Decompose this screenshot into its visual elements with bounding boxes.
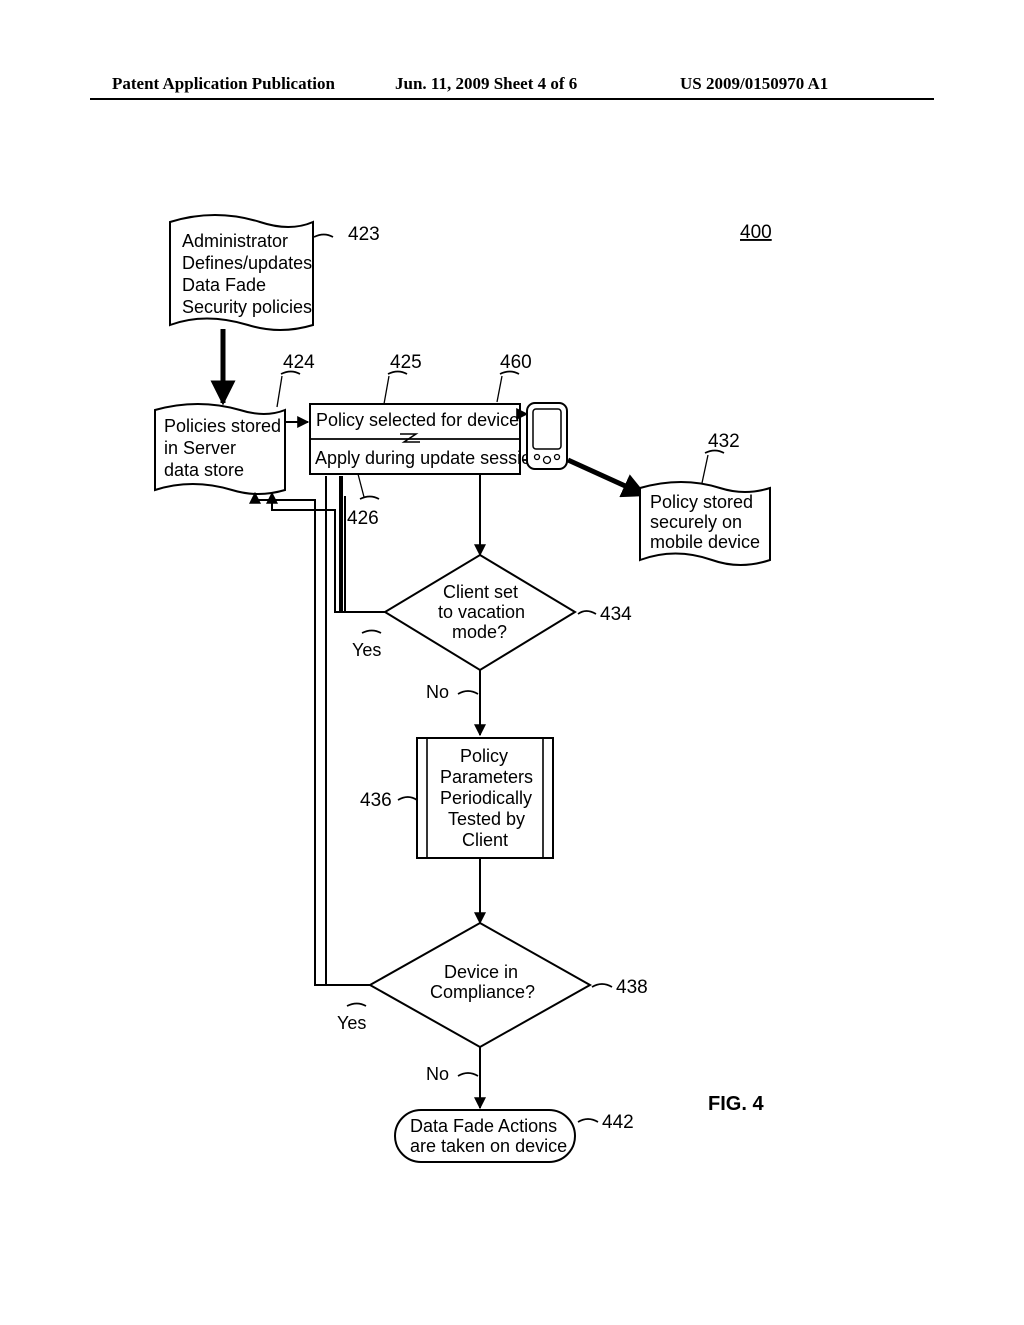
leader-426	[360, 497, 379, 500]
label-no-438: No	[426, 1064, 449, 1084]
leader-yes-434	[362, 631, 381, 634]
edge-yes-feedback	[258, 476, 385, 985]
leader-line-432	[702, 455, 708, 483]
ref-423: 423	[348, 224, 380, 245]
node-432-document: Policy stored securely on mobile device	[640, 482, 770, 565]
edge-426-432	[568, 460, 645, 495]
ref-434: 434	[600, 604, 632, 625]
node-442-terminator: Data Fade Actions are taken on device	[395, 1110, 575, 1162]
svg-text:Data Fade: Data Fade	[182, 275, 266, 295]
leader-442	[578, 1119, 598, 1122]
svg-text:to vacation: to vacation	[438, 602, 525, 622]
svg-text:Data Fade Actions: Data Fade Actions	[410, 1116, 557, 1136]
svg-text:are taken on device: are taken on device	[410, 1136, 567, 1156]
leader-line-460	[497, 376, 502, 402]
svg-text:Client: Client	[462, 830, 508, 850]
node-423-document: Administrator Defines/updates Data Fade …	[170, 215, 313, 330]
svg-text:Parameters: Parameters	[440, 767, 533, 787]
node-434-decision: Client set to vacation mode?	[385, 555, 575, 670]
yes-return	[255, 493, 385, 985]
svg-text:in Server: in Server	[164, 438, 236, 458]
ref-425: 425	[390, 352, 422, 373]
figure-4: 400 FIG. 4 Administrator Defines/updates…	[0, 0, 1024, 1320]
svg-text:Compliance?: Compliance?	[430, 982, 535, 1002]
node-424-document: Policies stored in Server data store	[155, 404, 285, 494]
leader-436	[398, 797, 417, 800]
edge-yes-feedback-final	[247, 494, 370, 985]
leader-line-426	[358, 474, 364, 497]
svg-text:Administrator: Administrator	[182, 231, 288, 251]
ref-442: 442	[602, 1112, 634, 1133]
svg-text:Client set: Client set	[443, 582, 518, 602]
ref-438: 438	[616, 977, 648, 998]
svg-text:Policy: Policy	[460, 746, 508, 766]
svg-text:Apply during update session: Apply during update session	[315, 448, 541, 468]
ref-460: 460	[500, 352, 532, 373]
svg-text:data store: data store	[164, 460, 244, 480]
label-yes-438: Yes	[337, 1013, 366, 1033]
leader-434	[578, 611, 596, 614]
label-no-434: No	[426, 682, 449, 702]
leader-yes-438	[347, 1004, 366, 1007]
ref-432: 432	[708, 431, 740, 452]
svg-text:Defines/updates: Defines/updates	[182, 253, 312, 273]
svg-text:Policy selected for device: Policy selected for device	[316, 410, 519, 430]
svg-text:Policy stored: Policy stored	[650, 492, 753, 512]
leader-no-434	[458, 691, 478, 694]
node-438-decision: Device in Compliance?	[370, 923, 590, 1047]
svg-text:mobile device: mobile device	[650, 532, 760, 552]
svg-text:Policies stored: Policies stored	[164, 416, 281, 436]
svg-text:Periodically: Periodically	[440, 788, 532, 808]
svg-text:securely on: securely on	[650, 512, 742, 532]
leader-438	[592, 984, 612, 987]
svg-text:Security policies: Security policies	[182, 297, 312, 317]
figure-number: 400	[740, 222, 772, 243]
svg-text:Device in: Device in	[444, 962, 518, 982]
edge-434-yes	[340, 476, 385, 612]
label-yes-434: Yes	[352, 640, 381, 660]
node-436-process: Policy Parameters Periodically Tested by…	[417, 738, 553, 858]
leader-423	[314, 235, 333, 238]
ref-424: 424	[283, 352, 315, 373]
node-425-426-process: Policy selected for device Apply during …	[310, 404, 541, 474]
figure-label: FIG. 4	[708, 1093, 764, 1115]
leader-no-438	[458, 1073, 478, 1076]
leader-line-425	[384, 376, 389, 404]
svg-text:Tested by: Tested by	[448, 809, 525, 829]
page: Patent Application Publication Jun. 11, …	[0, 0, 1024, 1320]
node-460-device-icon	[527, 403, 567, 469]
svg-text:mode?: mode?	[452, 622, 507, 642]
ref-426: 426	[347, 508, 379, 529]
leader-line-424	[277, 376, 282, 407]
ref-436: 436	[360, 790, 392, 811]
